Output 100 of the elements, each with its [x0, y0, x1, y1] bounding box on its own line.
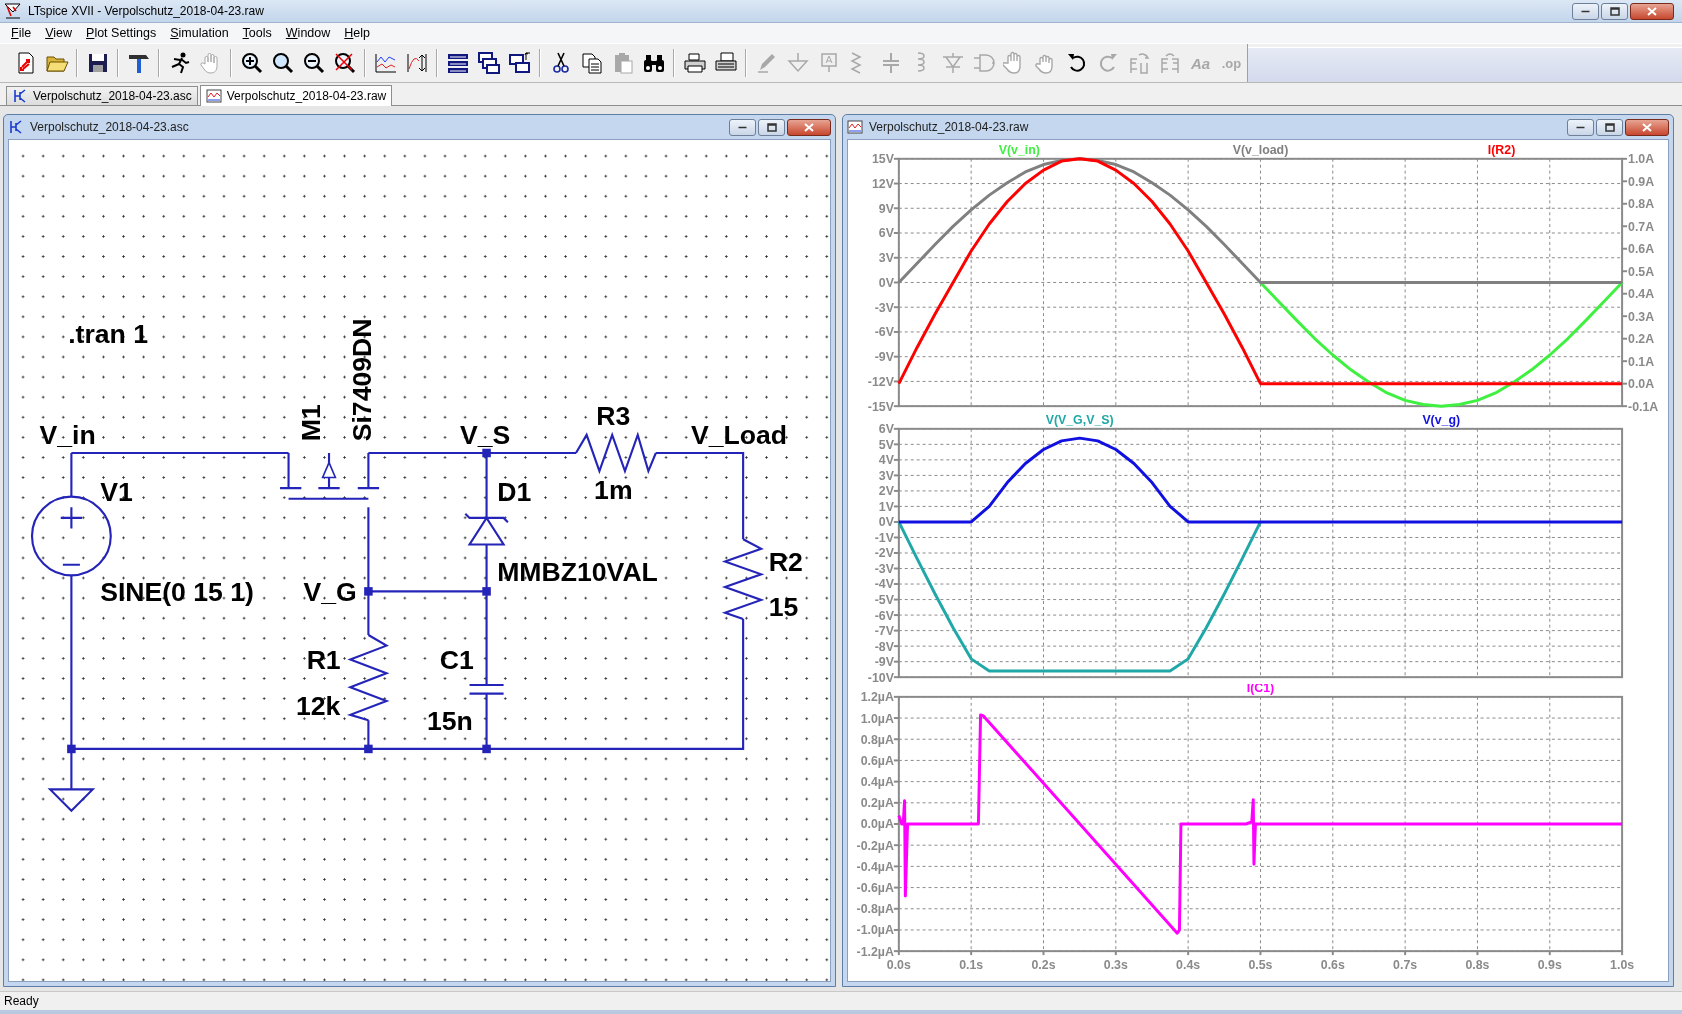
spice-directive: .tran 1	[68, 319, 149, 350]
component-name: M1	[296, 404, 327, 442]
axis-tick-label: 0.5s	[1248, 958, 1273, 973]
axis-tick-label: -0.4µA	[856, 860, 894, 874]
zoom-in-icon[interactable]	[239, 51, 264, 75]
arrange-windows-icon[interactable]	[507, 51, 532, 75]
axis-tick-label: 0.4A	[1628, 287, 1655, 302]
axis-tick-label: 0V	[878, 275, 894, 290]
component-value: 15n	[426, 705, 473, 736]
axis-tick-label: -15V	[867, 399, 894, 414]
axis-tick-label: 0.8s	[1465, 958, 1490, 973]
axis-tick-label: 3V	[878, 468, 894, 483]
component-value: 15	[768, 591, 799, 622]
minimize-icon	[738, 125, 747, 129]
axis-tick-label: 0.3s	[1103, 958, 1128, 973]
axis-tick-label: 0.2s	[1031, 958, 1056, 973]
trace-label[interactable]: V(v_load)	[1232, 142, 1289, 157]
axis-tick-label: -2V	[874, 546, 894, 561]
menu-item[interactable]: File	[4, 24, 39, 42]
axis-tick-label: 0.7A	[1628, 219, 1655, 234]
menu-item[interactable]: Tools	[235, 24, 279, 42]
axis-tick-label: -6V	[874, 608, 894, 623]
waveform-icon[interactable]	[373, 51, 398, 75]
restore-button[interactable]	[758, 118, 785, 136]
net-label: V_Load	[690, 420, 788, 451]
crossed-magnifier-icon[interactable]	[332, 51, 357, 75]
axis-tick-label: 1.2µA	[860, 690, 894, 705]
zener-diode-symbol	[464, 512, 509, 546]
axis-tick-label: -0.2µA	[856, 838, 894, 853]
document-tab[interactable]: Verpolschutz_2018-04-23.raw	[199, 85, 393, 106]
axis-tick-label: 6V	[878, 422, 894, 437]
minimize-icon	[1576, 125, 1585, 129]
close-icon	[804, 122, 814, 132]
cascade-windows-icon[interactable]	[476, 51, 501, 75]
axis-tick-label: 1V	[878, 499, 894, 514]
magnifier-icon[interactable]	[270, 51, 295, 75]
close-icon	[1647, 6, 1657, 16]
axis-tick-label: 1.0µA	[860, 711, 894, 726]
axis-tick-label: 4V	[878, 453, 894, 468]
axis-tick-label: 0V	[878, 515, 894, 530]
component-name: R3	[596, 401, 631, 432]
axis-tick-label: 0.6µA	[860, 754, 894, 769]
copy-icon[interactable]	[579, 51, 604, 75]
stacked-windows-icon[interactable]	[445, 51, 470, 75]
transistor-icon	[8, 119, 24, 135]
menu-item[interactable]: Window	[278, 24, 338, 42]
axis-tick-label: 1.0A	[1628, 152, 1655, 167]
component-value: Si7409DN	[346, 318, 377, 442]
component-value: SINE(0 15 1)	[100, 576, 254, 607]
axis-tick-label: 3V	[878, 251, 894, 266]
axis-tick-label: 0.8A	[1628, 197, 1655, 212]
menu-item[interactable]: Plot Settings	[79, 24, 164, 42]
component-value: MMBZ10VAL	[497, 556, 658, 587]
window-title: LTspice XVII - Verpolschutz_2018-04-23.raw	[28, 4, 264, 18]
menu-item[interactable]: View	[38, 24, 80, 42]
axis-tick-label: 15V	[871, 152, 894, 167]
menu-item[interactable]: Simulation	[163, 24, 236, 42]
restore-button[interactable]	[1596, 118, 1623, 136]
trace-label[interactable]: I(R2)	[1487, 142, 1516, 157]
printer-icon[interactable]	[682, 51, 707, 75]
restore-button[interactable]	[1601, 2, 1628, 20]
close-button[interactable]	[1625, 118, 1669, 136]
axis-tick-label: 0.9A	[1628, 174, 1655, 189]
schematic-canvas[interactable]: .tran 1 V_in M1 Si7409DN V_S R3 1m V_Load V1 D1 SINE(0 15 1) V_G MMBZ10VAL R2 15 R1 12k C1 15n	[9, 140, 830, 981]
axis-tick-label: 0.2µA	[860, 796, 894, 811]
axis-tick-label: 0.7s	[1393, 958, 1418, 973]
axis-tick-label: -7V	[874, 624, 894, 639]
trace-label[interactable]: V(v_g)	[1422, 413, 1461, 427]
menu-item[interactable]: Help	[337, 24, 377, 42]
axis-tick-label: -0.1A	[1628, 399, 1659, 414]
axis-tick-label: 0.4µA	[860, 775, 894, 790]
axis-tick-label: 0.1s	[959, 958, 984, 973]
axis-tick-label: -9V	[874, 350, 894, 365]
close-button[interactable]	[1630, 2, 1674, 20]
axis-tick-label: -10V	[867, 670, 894, 685]
axis-tick-label: -4V	[874, 577, 894, 592]
axis-tick-label: -6V	[874, 325, 894, 340]
document-tab[interactable]: Verpolschutz_2018-04-23.asc	[6, 86, 198, 105]
minimize-button[interactable]	[1572, 2, 1599, 20]
axis-tick-label: -9V	[874, 655, 894, 670]
axis-tick-label: 0.1A	[1628, 354, 1655, 369]
axis-tick-label: -0.6µA	[856, 881, 894, 896]
close-icon	[1642, 122, 1652, 132]
axis-tick-label: -5V	[874, 593, 894, 608]
component-value: 1m	[594, 474, 633, 505]
zoom-out-icon[interactable]	[301, 51, 326, 75]
axis-tick-label: 0.0µA	[860, 817, 894, 832]
axis-tick-label: -12V	[867, 374, 894, 389]
component-name: V1	[100, 476, 133, 507]
vertical-range-icon[interactable]	[404, 51, 429, 75]
axis-tick-label: 0.6A	[1628, 242, 1655, 257]
minimize-button[interactable]	[1567, 118, 1594, 136]
axis-tick-label: 0.2A	[1628, 332, 1655, 347]
window-title: Verpolschutz_2018-04-23.raw	[869, 120, 1029, 134]
restore-icon	[1604, 122, 1615, 132]
close-button[interactable]	[787, 118, 831, 136]
axis-tick-label: 9V	[878, 201, 894, 216]
axis-tick-label: 0.6s	[1320, 958, 1345, 973]
net-label: V_in	[39, 420, 96, 451]
axis-tick-label: -3V	[874, 562, 894, 577]
